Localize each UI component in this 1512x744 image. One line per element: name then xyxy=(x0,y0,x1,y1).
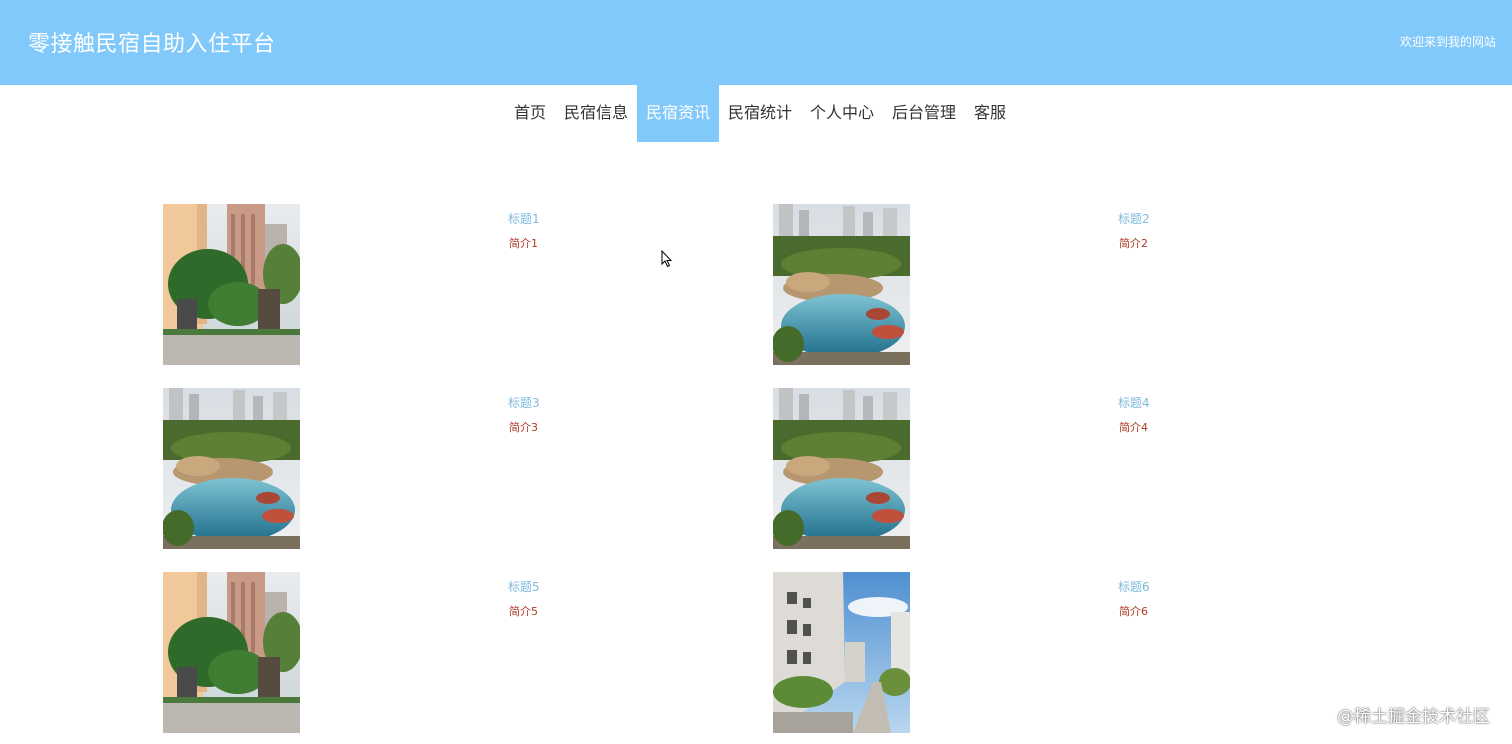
mouse-cursor-icon xyxy=(661,250,673,268)
news-title[interactable]: 标题4 xyxy=(1118,394,1150,411)
news-thumbnail[interactable] xyxy=(773,204,910,365)
nav-item-personal-center[interactable]: 个人中心 xyxy=(801,85,883,142)
nav-item-homestay-stats[interactable]: 民宿统计 xyxy=(719,85,801,142)
news-thumbnail[interactable] xyxy=(163,572,300,733)
news-title[interactable]: 标题2 xyxy=(1118,210,1150,227)
news-summary: 简介4 xyxy=(1119,421,1148,434)
news-summary: 简介5 xyxy=(509,605,538,618)
site-title[interactable]: 零接触民宿自助入住平台 xyxy=(28,26,276,58)
main-nav: 首页 民宿信息 民宿资讯 民宿统计 个人中心 后台管理 客服 xyxy=(0,85,1512,142)
news-title[interactable]: 标题1 xyxy=(508,210,540,227)
news-card-4[interactable]: 标题4 简介4 xyxy=(773,388,1373,550)
top-header: 零接触民宿自助入住平台 欢迎来到我的网站 xyxy=(0,0,1512,85)
news-summary: 简介3 xyxy=(509,421,538,434)
nav-item-customer-service[interactable]: 客服 xyxy=(965,85,1015,142)
nav-item-admin[interactable]: 后台管理 xyxy=(883,85,965,142)
news-thumbnail[interactable] xyxy=(163,388,300,549)
nav-item-homestay-info[interactable]: 民宿信息 xyxy=(555,85,637,142)
news-summary: 简介2 xyxy=(1119,237,1148,250)
welcome-text: 欢迎来到我的网站 xyxy=(1399,35,1496,49)
news-summary: 简介1 xyxy=(509,237,538,250)
nav-item-homestay-news[interactable]: 民宿资讯 xyxy=(636,85,719,142)
news-summary: 简介6 xyxy=(1119,605,1148,618)
news-title[interactable]: 标题5 xyxy=(508,578,540,595)
news-thumbnail[interactable] xyxy=(773,572,910,733)
watermark: @稀土掘金技术社区 xyxy=(1337,707,1490,727)
news-card-1[interactable]: 标题1 简介1 xyxy=(163,204,763,366)
news-card-5[interactable]: 标题5 简介5 xyxy=(163,572,763,734)
news-title[interactable]: 标题6 xyxy=(1118,578,1150,595)
news-card-6[interactable]: 标题6 简介6 xyxy=(773,572,1373,734)
news-title[interactable]: 标题3 xyxy=(508,394,540,411)
news-card-3[interactable]: 标题3 简介3 xyxy=(163,388,763,550)
news-card-2[interactable]: 标题2 简介2 xyxy=(773,204,1373,366)
news-thumbnail[interactable] xyxy=(163,204,300,365)
nav-item-home[interactable]: 首页 xyxy=(505,85,555,142)
news-thumbnail[interactable] xyxy=(773,388,910,549)
